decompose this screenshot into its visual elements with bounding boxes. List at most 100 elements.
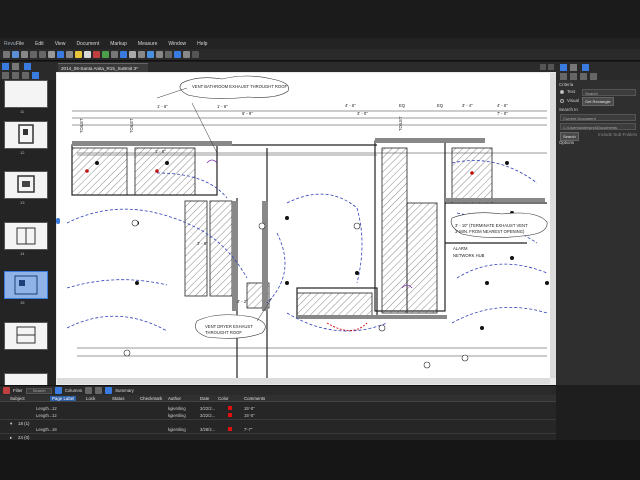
folder-path-input[interactable]: C:\Users\kgiersing\Documents (560, 123, 636, 130)
page-thumbnail[interactable] (4, 171, 48, 199)
column-author[interactable]: Author (168, 396, 181, 401)
menu-markup[interactable]: Markup (110, 41, 127, 47)
search-in-select[interactable]: Current Document (560, 114, 636, 121)
search-tab-icon[interactable] (560, 64, 567, 71)
cell-comment: 15'-0" (244, 413, 255, 418)
markup-search-input[interactable]: Search (25, 387, 52, 394)
menu-help[interactable]: Help (197, 41, 207, 47)
page-thumbnail[interactable] (4, 80, 48, 108)
undo-icon[interactable] (30, 51, 37, 58)
table-row[interactable]: Length... 12 kgiersling 3/22/2... 15'-0" (0, 405, 556, 412)
open-icon[interactable] (3, 51, 10, 58)
dimension-label: 1' - 6" (155, 149, 166, 154)
get-rectangle-button[interactable]: Get Rectangle (582, 97, 614, 106)
table-row[interactable]: Length... 18 kgiersling 3/28/2... 7'-7" (0, 426, 556, 433)
pen-icon[interactable] (93, 51, 100, 58)
menu-document[interactable]: Document (76, 41, 99, 47)
thumbnail-toolbar (0, 62, 56, 80)
empty-panel-area (556, 385, 640, 440)
check-icon[interactable] (590, 73, 597, 80)
column-checkmark[interactable]: Checkmark (140, 396, 162, 401)
snap-icon[interactable] (183, 51, 190, 58)
measure-icon[interactable] (120, 51, 127, 58)
cell-author: kgiersling (168, 427, 186, 432)
column-page-label[interactable]: Page Label (50, 396, 77, 401)
column-lock[interactable]: Lock (86, 396, 95, 401)
redo-icon[interactable] (39, 51, 46, 58)
eraser-icon[interactable] (165, 51, 172, 58)
zoom-out-icon[interactable] (12, 72, 19, 79)
group-row-18[interactable]: ▾ 18 (1) (0, 419, 556, 426)
export-icon[interactable] (95, 387, 103, 394)
page-thumbnail[interactable] (4, 373, 48, 385)
highlight-icon[interactable] (75, 51, 82, 58)
menu-edit[interactable]: Edit (35, 41, 44, 47)
include-subfolders-label[interactable]: Include Sub-Folders (598, 132, 637, 137)
panel-tab-icon[interactable] (582, 64, 589, 71)
zoom-in-icon[interactable] (2, 72, 9, 79)
sketch-icon[interactable] (156, 51, 163, 58)
summary-icon[interactable] (105, 387, 113, 394)
column-color[interactable]: Color (218, 396, 229, 401)
drawing-canvas[interactable]: VENT BATHROOM EXHAUST THROUGHT ROOF 3' -… (57, 73, 550, 378)
document-tab[interactable]: 2014_06-Santa Anita_R15_SuBmit 3* (58, 63, 148, 72)
select-icon[interactable] (48, 51, 55, 58)
back-icon[interactable] (560, 73, 567, 80)
menu-view[interactable]: View (55, 41, 66, 47)
cloud-icon[interactable] (138, 51, 145, 58)
group-row-24[interactable]: ▸ 24 (0) (0, 433, 556, 440)
pan-icon[interactable] (57, 51, 64, 58)
options-header[interactable]: Options (559, 140, 574, 145)
line-icon[interactable] (111, 51, 118, 58)
page-thumbnail-selected[interactable] (4, 271, 48, 299)
column-date[interactable]: Date (200, 396, 209, 401)
visual-radio-label: Visual (567, 98, 579, 103)
page-thumbnail[interactable] (4, 322, 48, 350)
layers-tab-icon[interactable] (24, 63, 31, 70)
column-status[interactable]: Status (112, 396, 124, 401)
dimension-label: 3' - 6" (197, 241, 208, 246)
column-subject[interactable]: Subject (10, 396, 25, 401)
text-icon[interactable] (84, 51, 91, 58)
summary-button[interactable]: Summary (115, 388, 134, 393)
menu-window[interactable]: Window (168, 41, 186, 47)
markup-list: Subject Page Label Lock Status Checkmark… (0, 395, 556, 440)
bookmarks-tab-icon[interactable] (12, 63, 19, 70)
menu-measure[interactable]: Measure (138, 41, 157, 47)
column-comments[interactable]: Comments (244, 396, 265, 401)
filter-button[interactable]: Filter (13, 388, 23, 393)
color-swatch (228, 427, 232, 431)
sort-icon[interactable] (85, 387, 93, 394)
options-icon[interactable] (22, 72, 29, 79)
snapshot-icon[interactable] (174, 51, 181, 58)
gear-icon[interactable] (32, 72, 39, 79)
print-icon[interactable] (21, 51, 28, 58)
hatched-walls (71, 147, 493, 319)
text-radio[interactable] (560, 90, 564, 94)
shape-icon[interactable] (102, 51, 109, 58)
tab-menu-icon[interactable] (540, 64, 546, 70)
more-icon[interactable] (192, 51, 199, 58)
text-radio-label: Text (567, 89, 576, 94)
close-icon[interactable] (548, 64, 554, 70)
markups-icon[interactable] (3, 387, 10, 394)
list-icon[interactable] (580, 73, 587, 80)
save-icon[interactable] (12, 51, 19, 58)
page-thumbnail[interactable] (4, 222, 48, 250)
columns-button[interactable]: Columns (65, 388, 82, 393)
table-row[interactable]: Length... 12 kgiersling 3/22/2... 15'-0" (0, 412, 556, 419)
visual-radio[interactable] (560, 99, 564, 103)
callout-icon[interactable] (147, 51, 154, 58)
menu-file[interactable]: File (16, 41, 24, 47)
columns-icon[interactable] (54, 387, 62, 394)
search-input[interactable]: Search (582, 89, 636, 96)
stamp-icon[interactable] (129, 51, 136, 58)
zoom-icon[interactable] (66, 51, 73, 58)
thumbnails-tab-icon[interactable] (2, 63, 9, 70)
splitter-handle[interactable] (56, 218, 60, 224)
forward-icon[interactable] (570, 73, 577, 80)
page-thumbnail[interactable] (4, 121, 48, 149)
criteria-header[interactable]: Criteria (559, 82, 573, 87)
horizontal-scrollbar[interactable] (57, 378, 550, 384)
properties-tab-icon[interactable] (570, 64, 577, 71)
